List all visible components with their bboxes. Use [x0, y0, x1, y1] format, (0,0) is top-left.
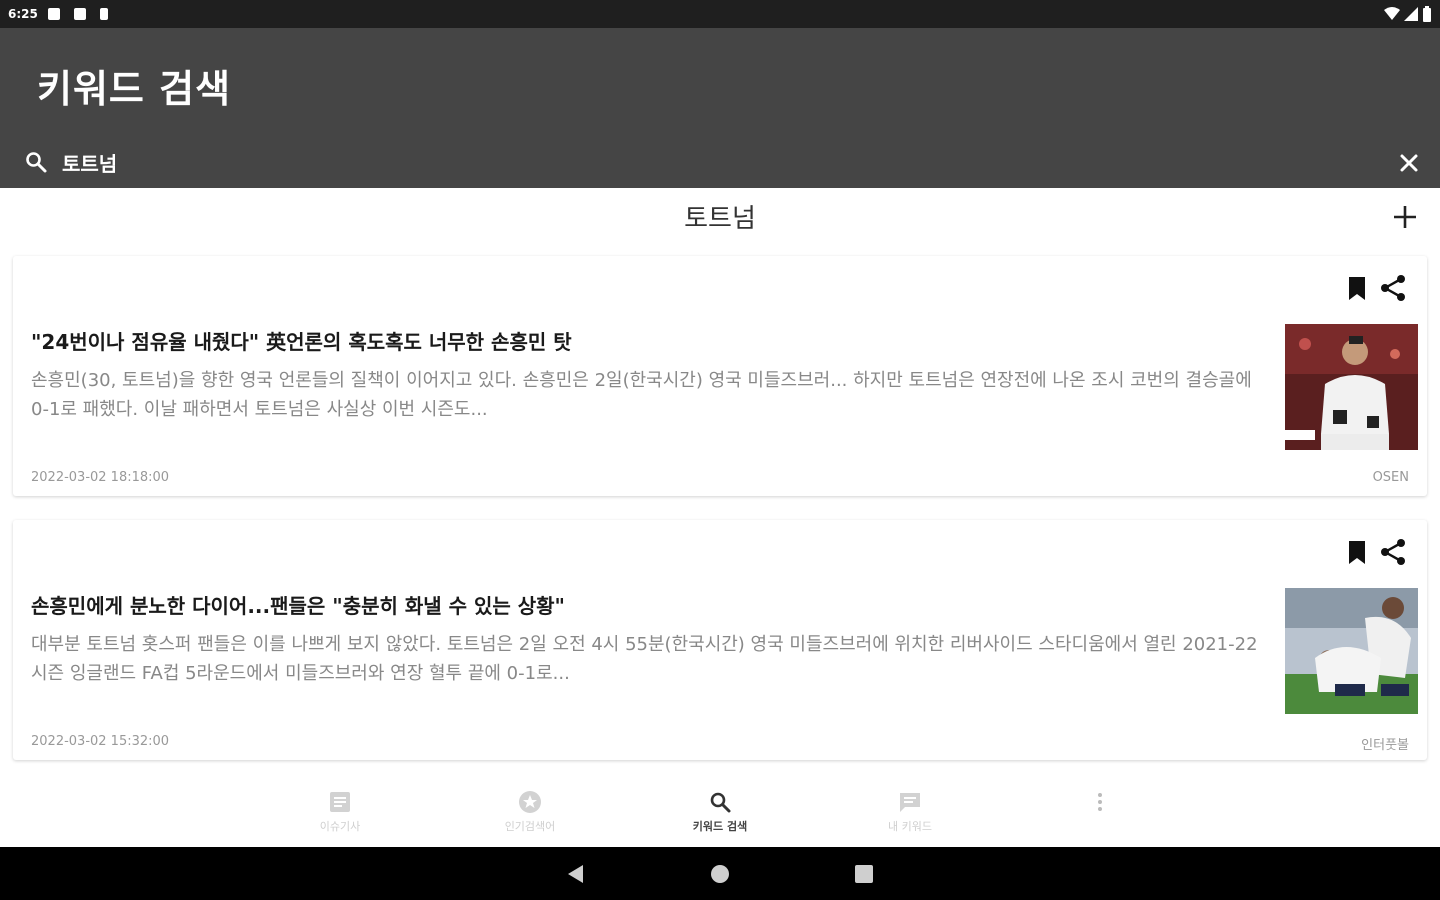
clear-search-button[interactable]: [1394, 148, 1424, 178]
more-vertical-icon: [1098, 793, 1102, 811]
nav-label: 내 키워드: [888, 820, 932, 833]
bookmark-icon[interactable]: [1343, 274, 1371, 302]
notification-icon: [47, 8, 60, 20]
bottom-navigation: 이슈기사 인기검색어 키워드 검색 내 키워드: [0, 782, 1440, 847]
wifi-icon: [1384, 7, 1400, 20]
share-icon[interactable]: [1379, 274, 1407, 302]
article-source: OSEN: [1372, 470, 1409, 485]
article-card[interactable]: "24번이나 점유율 내줬다" 英언론의 혹도혹도 너무한 손흥민 탓 손흥민(…: [13, 256, 1427, 496]
card-actions: [1343, 274, 1407, 302]
article-summary: 손흥민(30, 토트넘)을 향한 영국 언론들의 질책이 이어지고 있다. 손흥…: [31, 370, 1252, 420]
search-icon: [710, 792, 731, 813]
app-bar: 키워드 검색: [0, 28, 1440, 188]
nav-item-more[interactable]: [1030, 790, 1170, 840]
page-title: 키워드 검색: [37, 67, 232, 111]
article-thumbnail[interactable]: [1285, 588, 1418, 714]
article-date: 2022-03-02 18:18:00: [31, 470, 170, 485]
system-navigation-bar: [0, 847, 1440, 900]
status-bar: 6:25: [0, 0, 1440, 28]
nav-label: 이슈기사: [319, 820, 361, 833]
back-icon[interactable]: [565, 863, 587, 885]
keyword-title: 토트넘: [684, 204, 756, 234]
keyword-header: 토트넘: [0, 188, 1440, 244]
battery-icon: [1423, 6, 1431, 22]
search-bar: [0, 140, 1440, 184]
player-photo: [1285, 588, 1418, 714]
article-date: 2022-03-02 15:32:00: [31, 734, 170, 749]
nav-label: 인기검색어: [504, 820, 556, 833]
add-keyword-button[interactable]: [1390, 202, 1420, 232]
share-icon[interactable]: [1379, 538, 1407, 566]
nav-item-my-keywords[interactable]: 내 키워드: [840, 790, 980, 840]
article-thumbnail[interactable]: [1285, 324, 1418, 450]
bookmark-icon[interactable]: [1343, 538, 1371, 566]
battery-saver-icon: [99, 8, 108, 20]
search-input[interactable]: [62, 146, 1362, 178]
status-time: 6:25: [8, 7, 38, 21]
nav-item-keyword-search[interactable]: 키워드 검색: [650, 790, 790, 840]
player-photo: [1285, 324, 1418, 450]
article-icon: [330, 792, 350, 812]
article-summary: 대부분 토트넘 홋스퍼 팬들은 이를 나쁘게 보지 않았다. 토트넘은 2일 오…: [31, 634, 1258, 684]
sd-card-icon: [73, 8, 86, 20]
star-icon: [519, 791, 541, 813]
nav-item-popular-keywords[interactable]: 인기검색어: [460, 790, 600, 840]
signal-icon: [1404, 7, 1418, 21]
recents-icon[interactable]: [853, 863, 875, 885]
nav-label: 키워드 검색: [692, 820, 748, 833]
article-headline[interactable]: "24번이나 점유율 내줬다" 英언론의 혹도혹도 너무한 손흥민 탓: [31, 326, 1271, 355]
search-icon: [26, 152, 47, 173]
article-card[interactable]: 손흥민에게 분노한 다이어...팬들은 "충분히 화낼 수 있는 상황" 대부분…: [13, 520, 1427, 760]
nav-item-issue-articles[interactable]: 이슈기사: [270, 790, 410, 840]
article-source: 인터풋볼: [1361, 738, 1409, 753]
article-headline[interactable]: 손흥민에게 분노한 다이어...팬들은 "충분히 화낼 수 있는 상황": [31, 590, 1271, 619]
message-icon: [900, 793, 920, 812]
home-icon[interactable]: [709, 863, 731, 885]
card-actions: [1343, 538, 1407, 566]
